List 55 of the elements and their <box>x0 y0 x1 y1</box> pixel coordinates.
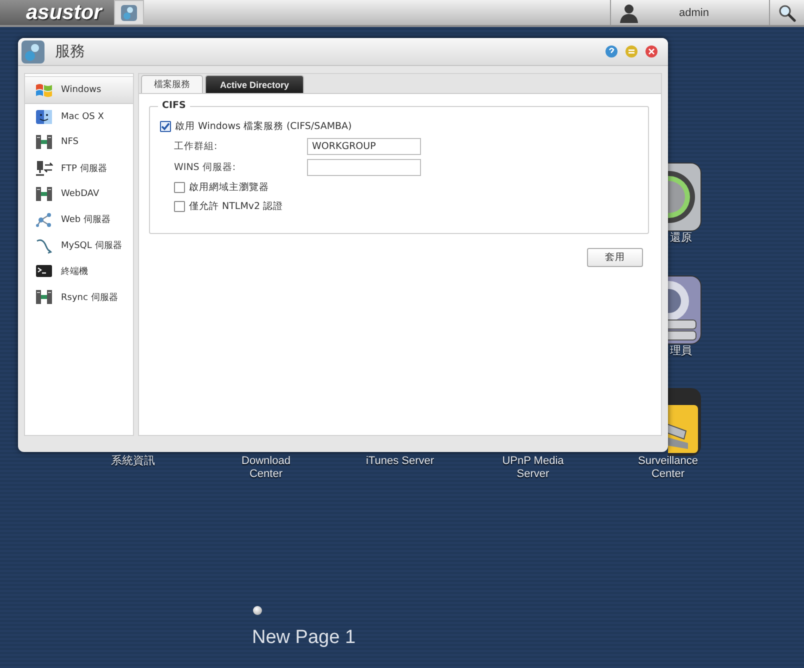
app-button[interactable] <box>114 0 144 25</box>
search-icon <box>778 4 796 22</box>
logo: asustor <box>0 0 114 25</box>
transfer-icon <box>35 160 53 176</box>
close-icon[interactable] <box>645 45 658 58</box>
face-icon <box>35 108 53 125</box>
app-label: iTunes Server <box>364 455 436 468</box>
user-icon <box>619 2 639 22</box>
field-label: WINS 伺服器: <box>174 161 237 174</box>
group-title: CIFS <box>158 100 190 111</box>
sidebar-item[interactable]: FTP 伺服器 <box>25 155 133 182</box>
tab[interactable]: 檔案服務 <box>141 75 203 93</box>
checkbox-label: 啟用 Windows 檔案服務 (CIFS/SAMBA) <box>175 120 352 133</box>
sidebar-item[interactable]: MySQL 伺服器 <box>25 232 133 259</box>
input-field[interactable]: WORKGROUP <box>307 138 421 155</box>
app-label: Surveillance Center <box>637 455 699 481</box>
terminal-icon <box>35 263 53 280</box>
tab[interactable]: Active Directory <box>205 75 304 93</box>
field-label: 工作群組: <box>174 140 218 153</box>
user-name: admin <box>679 6 709 18</box>
app-label: 還原 <box>670 232 692 245</box>
sidebar-item[interactable]: Rsync 伺服器 <box>25 284 133 310</box>
apply-button[interactable]: 套用 <box>587 248 643 267</box>
flag-icon <box>35 82 53 98</box>
sidebar-item[interactable]: WebDAV <box>25 181 133 207</box>
server-icon <box>35 289 53 306</box>
page-dot[interactable] <box>253 606 262 615</box>
checkbox[interactable] <box>174 182 185 193</box>
services-icon <box>21 40 45 64</box>
app-label: 理員 <box>670 345 692 358</box>
sidebar-item[interactable]: 終端機 <box>25 258 133 284</box>
window-title: 服務 <box>55 42 85 61</box>
server-icon <box>35 134 53 150</box>
checkbox-label: 啟用網域主瀏覽器 <box>189 181 269 194</box>
checkbox[interactable] <box>160 121 171 132</box>
input-field[interactable] <box>307 159 421 176</box>
network-icon <box>35 212 53 228</box>
app-icon <box>120 4 138 22</box>
help-icon[interactable] <box>605 45 618 58</box>
backup-app-icon[interactable] <box>668 162 702 232</box>
sidebar-item[interactable]: Windows <box>25 76 133 104</box>
checkbox[interactable] <box>174 201 185 212</box>
checkbox-label: 僅允許 NTLMv2 認證 <box>189 200 284 213</box>
server-icon <box>35 186 53 202</box>
page-title: New Page 1 <box>252 627 356 649</box>
app-label: UPnP Media Server <box>501 455 565 481</box>
disk-app-icon[interactable] <box>668 275 702 345</box>
sidebar-item[interactable]: NFS <box>25 130 133 156</box>
sidebar-item[interactable]: Mac OS X <box>25 104 133 130</box>
user-area[interactable]: admin <box>610 0 770 25</box>
camera-app-icon[interactable] <box>668 387 702 457</box>
app-label: 系統資訊 <box>110 455 156 468</box>
sidebar-item[interactable]: Web 伺服器 <box>25 206 133 233</box>
curve-icon <box>35 238 53 254</box>
app-label: Download Center <box>240 455 292 481</box>
